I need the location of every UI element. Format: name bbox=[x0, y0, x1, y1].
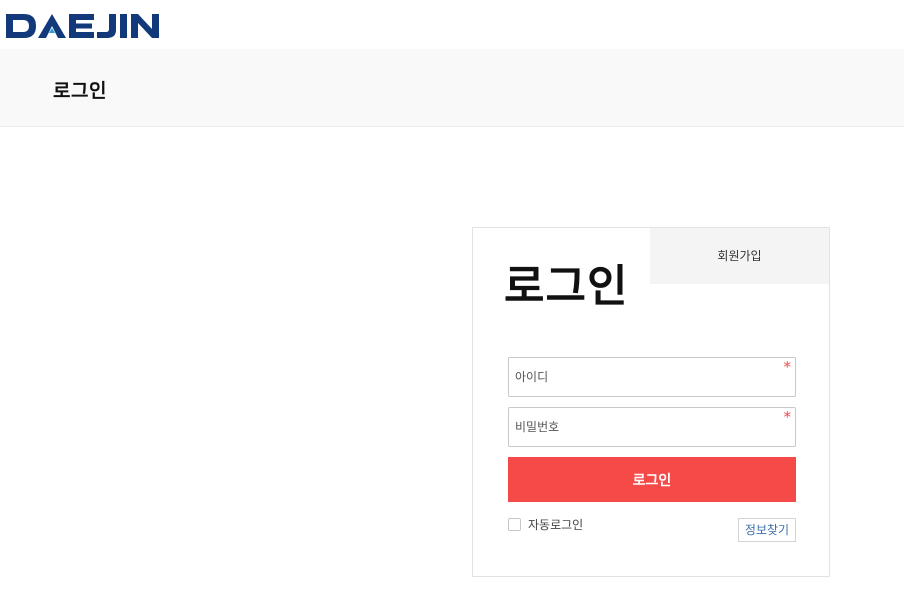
page-header: 로그인 bbox=[0, 49, 904, 127]
user-id-field[interactable]: * bbox=[508, 357, 796, 397]
register-tab[interactable]: 회원가입 bbox=[650, 228, 829, 284]
required-mark: * bbox=[783, 408, 792, 426]
auto-login-checkbox[interactable] bbox=[508, 517, 521, 531]
find-info-button[interactable]: 정보찾기 bbox=[738, 518, 796, 542]
user-id-input[interactable] bbox=[509, 358, 795, 396]
login-heading: 로그인 bbox=[504, 261, 629, 312]
login-button[interactable]: 로그인 bbox=[508, 457, 796, 502]
required-mark: * bbox=[783, 358, 792, 376]
page-title: 로그인 bbox=[53, 80, 107, 102]
password-field[interactable]: * bbox=[508, 407, 796, 447]
auto-login-label: 자동로그인 bbox=[528, 517, 584, 532]
daejin-logo[interactable] bbox=[6, 8, 176, 44]
login-panel: 로그인 회원가입 * * 로그인 자동로그인 정보찾기 bbox=[472, 227, 830, 577]
password-input[interactable] bbox=[509, 408, 795, 446]
auto-login-option[interactable]: 자동로그인 bbox=[508, 516, 583, 532]
daejin-logo-mark bbox=[6, 14, 159, 38]
